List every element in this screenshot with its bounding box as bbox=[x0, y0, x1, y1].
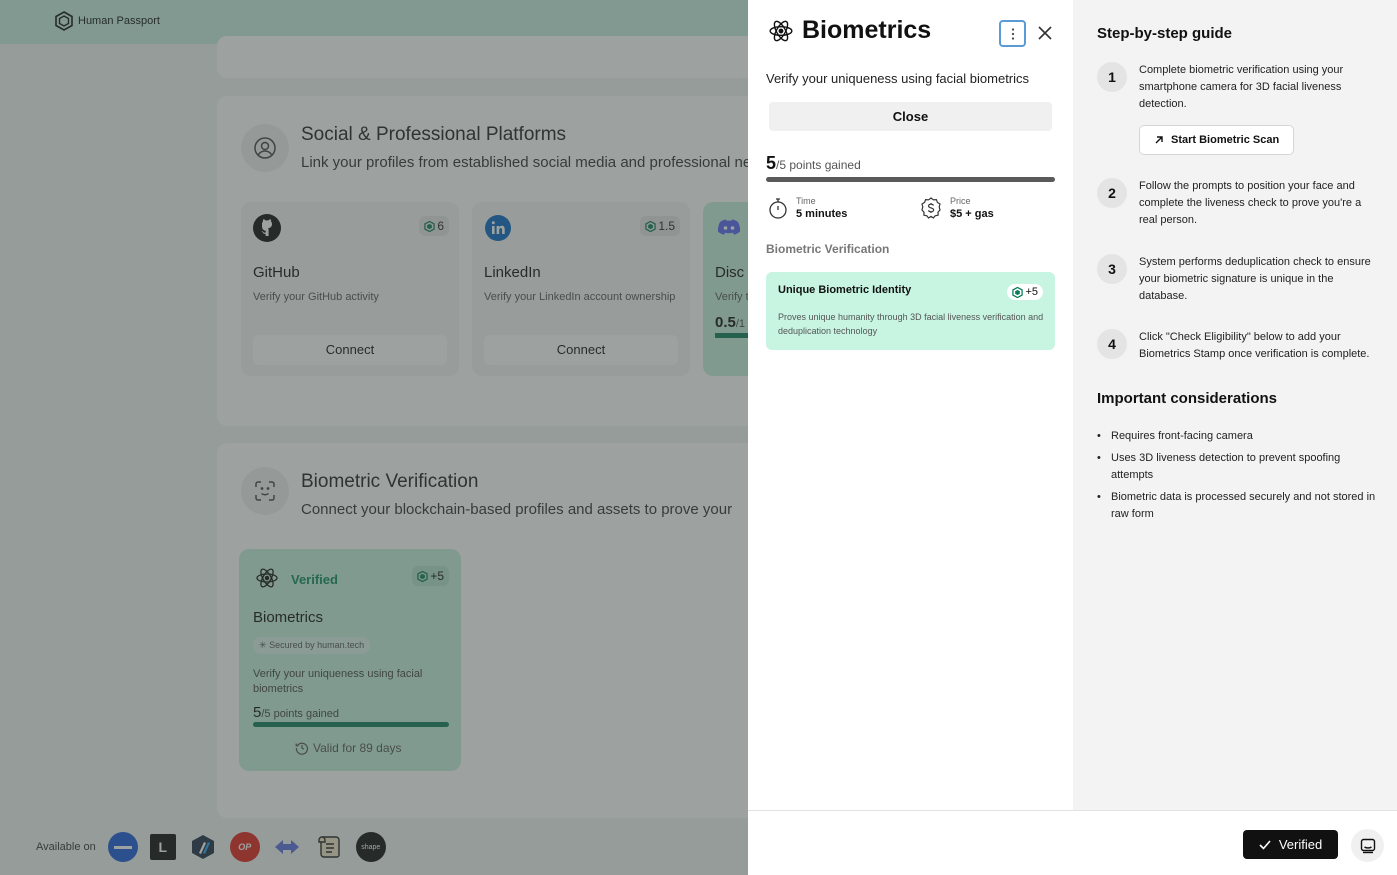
check-icon bbox=[1259, 839, 1271, 850]
price-value: $5 + gas bbox=[950, 208, 994, 220]
start-biometric-scan-button[interactable]: Start Biometric Scan bbox=[1139, 125, 1295, 155]
verified-button[interactable]: Verified bbox=[1243, 830, 1338, 859]
stamp-title: Unique Biometric Identity bbox=[778, 284, 912, 296]
guide-step-3: 3 System performs deduplication check to… bbox=[1097, 254, 1387, 314]
more-options-button[interactable] bbox=[999, 20, 1026, 47]
stamp-description: Proves unique humanity through 3D facial… bbox=[778, 312, 1044, 336]
step-text: Follow the prompts to position your face… bbox=[1139, 180, 1362, 226]
step-number: 1 bbox=[1097, 62, 1127, 92]
drawer-subtitle: Verify your uniqueness using facial biom… bbox=[766, 71, 1030, 86]
time-label: Time bbox=[796, 196, 816, 206]
points-progress-fill bbox=[766, 177, 1055, 182]
close-icon bbox=[1038, 26, 1052, 40]
time-value: 5 minutes bbox=[796, 208, 848, 220]
step-text: Click "Check Eligibility" below to add y… bbox=[1139, 331, 1370, 360]
biometrics-atom-icon bbox=[769, 20, 793, 41]
stopwatch-icon bbox=[769, 198, 787, 219]
considerations-list: Requires front-facing camera Uses 3D liv… bbox=[1097, 428, 1377, 528]
chat-support-button[interactable] bbox=[1351, 829, 1384, 862]
kebab-menu-icon bbox=[1011, 27, 1014, 40]
close-drawer-button[interactable] bbox=[1033, 21, 1057, 45]
drawer-footer: Verified bbox=[748, 810, 1397, 875]
step-number: 4 bbox=[1097, 329, 1127, 359]
stamp-points-badge: +5 bbox=[1007, 284, 1043, 300]
consideration-item: Biometric data is processed securely and… bbox=[1097, 489, 1377, 523]
drawer-header: Biometrics bbox=[768, 16, 931, 45]
points-progress-bar bbox=[766, 177, 1055, 182]
step-number: 2 bbox=[1097, 178, 1127, 208]
biometrics-drawer: Biometrics Verify your uniqueness using … bbox=[748, 0, 1397, 875]
step-text: Complete biometric verification using yo… bbox=[1139, 64, 1344, 110]
guide-title: Step-by-step guide bbox=[1097, 25, 1233, 42]
step-text: System performs deduplication check to e… bbox=[1139, 256, 1371, 302]
guide-step-4: 4 Click "Check Eligibility" below to add… bbox=[1097, 329, 1387, 369]
drawer-title: Biometrics bbox=[802, 16, 932, 44]
points-gained: 5/5 points gained bbox=[766, 153, 861, 173]
dollar-badge-icon bbox=[921, 197, 941, 219]
close-button[interactable]: Close bbox=[769, 102, 1052, 131]
arrow-up-right-icon bbox=[1155, 136, 1163, 144]
time-info: Time 5 minutes bbox=[768, 196, 847, 220]
drawer-main-pane: Biometrics Verify your uniqueness using … bbox=[748, 0, 1073, 810]
consideration-item: Uses 3D liveness detection to prevent sp… bbox=[1097, 450, 1377, 484]
price-label: Price bbox=[950, 196, 971, 206]
considerations-title: Important considerations bbox=[1097, 390, 1278, 407]
step-guide-pane: Step-by-step guide 1 Complete biometric … bbox=[1073, 0, 1397, 810]
section-heading: Biometric Verification bbox=[766, 242, 890, 256]
consideration-item: Requires front-facing camera bbox=[1097, 428, 1377, 445]
price-info: Price $5 + gas bbox=[920, 196, 994, 220]
points-hex-icon bbox=[1012, 286, 1024, 298]
step-number: 3 bbox=[1097, 254, 1127, 284]
guide-step-2: 2 Follow the prompts to position your fa… bbox=[1097, 178, 1387, 238]
unique-biometric-identity-stamp: Unique Biometric Identity +5 Proves uniq… bbox=[766, 272, 1055, 350]
chat-icon bbox=[1360, 838, 1375, 853]
